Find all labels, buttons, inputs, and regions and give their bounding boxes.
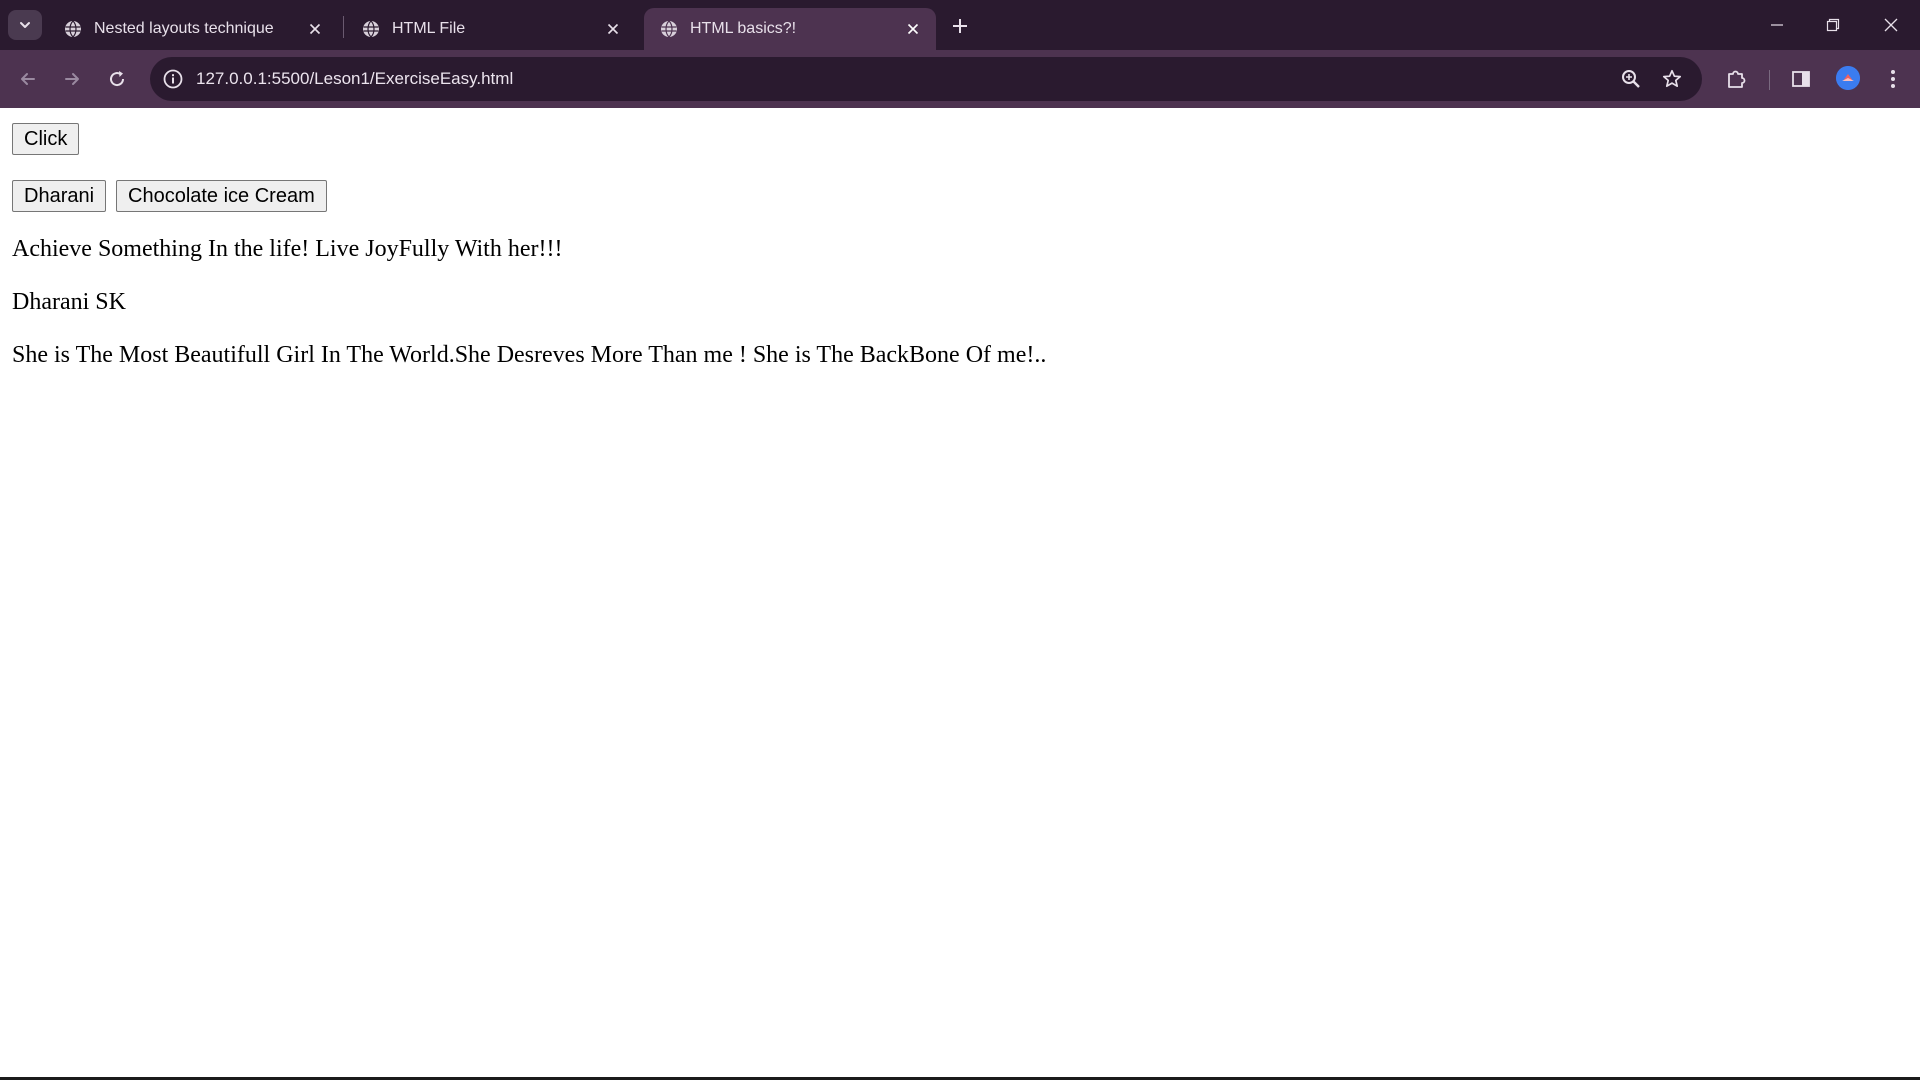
close-icon [1884,18,1898,32]
tab-close-button[interactable] [902,18,924,40]
tab-html-basics[interactable]: HTML basics?! [644,8,936,50]
close-icon [309,23,321,35]
plus-icon [953,19,967,33]
motivation-paragraph: Achieve Something In the life! Live JoyF… [12,236,563,262]
kebab-menu-icon [1891,70,1895,88]
name-paragraph: Dharani SK [12,289,126,315]
extensions-button[interactable] [1722,65,1750,93]
page-content: Click Dharani Chocolate ice Cream Achiev… [0,108,1920,1080]
side-panel-button[interactable] [1787,65,1815,93]
tab-title: HTML File [392,20,466,37]
dharani-button[interactable]: Dharani [12,180,107,212]
close-icon [607,23,619,35]
avatar[interactable] [1836,66,1860,90]
reload-icon [110,71,125,87]
chevron-down-icon [20,22,30,28]
restore-icon [1826,18,1840,32]
bookmark-button[interactable] [1661,68,1683,90]
forward-button[interactable] [56,63,88,95]
globe-icon [661,20,677,38]
back-arrow-icon [21,73,35,85]
tab-html-file[interactable]: HTML File [346,8,636,50]
close-window-button[interactable] [1868,8,1914,42]
tab-title: HTML basics?! [690,20,797,37]
menu-button[interactable] [1879,65,1907,93]
address-bar[interactable]: 127.0.0.1:5500/Leson1/ExerciseEasy.html [150,57,1702,101]
close-icon [907,23,919,35]
tab-strip: Nested layouts technique HTML File HTML … [0,0,1920,50]
url-text[interactable]: 127.0.0.1:5500/Leson1/ExerciseEasy.html [196,57,513,101]
globe-icon [65,20,81,38]
tab-nested-layouts[interactable]: Nested layouts technique [48,8,338,50]
info-icon[interactable] [162,68,184,90]
profile-icon [1836,66,1860,90]
minimize-button[interactable] [1754,8,1800,42]
description-paragraph: She is The Most Beautifull Girl In The W… [12,342,1047,368]
tab-close-button[interactable] [602,18,624,40]
tab-title: Nested layouts technique [94,20,274,37]
tab-divider [343,16,344,38]
globe-icon [363,20,379,38]
browser-toolbar: 127.0.0.1:5500/Leson1/ExerciseEasy.html [0,50,1920,108]
restore-button[interactable] [1810,8,1856,42]
puzzle-icon [1728,70,1746,88]
tab-search-button[interactable] [8,10,42,40]
forward-arrow-icon [65,73,79,85]
back-button[interactable] [12,63,44,95]
chocolate-ice-cream-button[interactable]: Chocolate ice Cream [116,180,327,212]
side-panel-icon [1792,71,1810,87]
zoom-icon [1622,70,1640,88]
minimize-icon [1771,24,1783,26]
click-button[interactable]: Click [12,123,80,155]
star-icon [1662,69,1682,88]
toolbar-divider [1769,70,1770,90]
tab-close-button[interactable] [304,18,326,40]
new-tab-button[interactable] [946,12,974,40]
zoom-button[interactable] [1620,68,1642,90]
reload-button[interactable] [101,63,133,95]
